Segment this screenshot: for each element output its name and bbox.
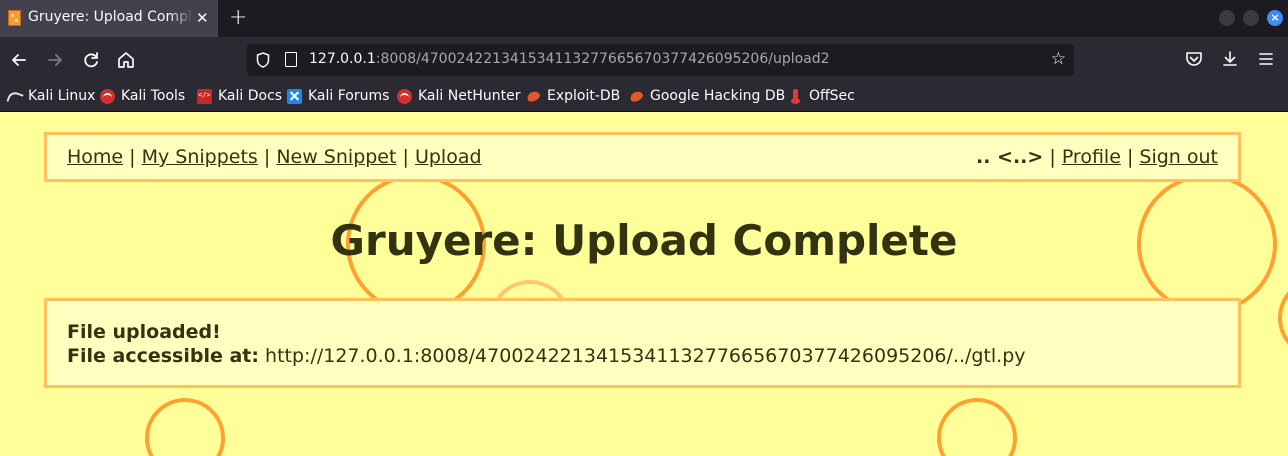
kali-dragon-icon — [7, 89, 22, 104]
kali-nethunter-icon — [397, 88, 412, 104]
tab-strip: Gruyere: Upload Complete ✕ + × — [0, 0, 1288, 37]
bookmark-exploit-db[interactable]: Exploit-DB — [526, 88, 620, 104]
site-menu-bar: Home | My Snippets | New Snippet | Uploa… — [44, 132, 1241, 182]
window-maximize-button[interactable] — [1243, 10, 1259, 26]
bookmark-google-hacking-db[interactable]: Google Hacking DB — [629, 88, 785, 104]
page-title: Gruyere: Upload Complete — [330, 216, 958, 265]
reload-icon[interactable] — [80, 49, 102, 71]
page-content: Home | My Snippets | New Snippet | Uploa… — [0, 112, 1288, 456]
upload-status-text: File uploaded! — [67, 321, 221, 343]
exploit-db-icon — [526, 89, 541, 104]
file-location-text: File accessible at: http://127.0.0.1:800… — [67, 345, 1026, 367]
tab-close-icon[interactable]: ✕ — [196, 9, 209, 27]
upload-message-box: File uploaded! File accessible at: http:… — [44, 298, 1241, 388]
browser-tab[interactable]: Gruyere: Upload Complete ✕ — [0, 0, 218, 37]
offsec-icon — [788, 88, 803, 104]
menu-upload-link[interactable]: Upload — [415, 146, 482, 168]
home-icon[interactable] — [115, 49, 137, 71]
file-location-label: File accessible at: — [67, 345, 259, 367]
current-user: .. <..> — [975, 146, 1044, 168]
bookmark-kali-tools[interactable]: Kali Tools — [100, 88, 185, 104]
menu-right: .. <..> | Profile | Sign out — [976, 146, 1218, 168]
menu-separator: | — [1049, 146, 1056, 168]
url-bar[interactable]: 127.0.0.1:8008/4700242213415341132776656… — [247, 44, 1074, 76]
ghdb-icon — [629, 89, 644, 104]
pocket-icon[interactable] — [1184, 49, 1204, 69]
decorative-circle — [937, 398, 1017, 456]
new-tab-icon[interactable]: + — [229, 6, 247, 30]
downloads-icon[interactable] — [1220, 49, 1240, 69]
decorative-circle — [1278, 278, 1288, 358]
bookmark-star-icon[interactable]: ☆ — [1051, 49, 1066, 69]
window-close-button[interactable]: × — [1267, 10, 1283, 26]
menu-left: Home | My Snippets | New Snippet | Uploa… — [67, 146, 482, 168]
bookmark-kali-docs[interactable]: Kali Docs — [197, 88, 282, 104]
menu-sign-out-link[interactable]: Sign out — [1139, 146, 1218, 168]
back-arrow-icon[interactable] — [8, 49, 30, 71]
bookmark-kali-nethunter[interactable]: Kali NetHunter — [397, 88, 520, 104]
navigation-toolbar: 127.0.0.1:8008/4700242213415341132776656… — [0, 37, 1288, 83]
menu-new-snippet-link[interactable]: New Snippet — [276, 146, 396, 168]
menu-separator: | — [1126, 146, 1134, 168]
bookmarks-toolbar: Kali Linux Kali Tools Kali Docs Kali For… — [0, 83, 1288, 112]
menu-separator: | — [402, 146, 409, 168]
kali-forums-icon — [287, 88, 302, 104]
tracking-shield-icon[interactable] — [256, 52, 270, 68]
forward-arrow-icon[interactable] — [44, 49, 66, 71]
menu-profile-link[interactable]: Profile — [1062, 146, 1121, 168]
url-text[interactable]: 127.0.0.1:8008/4700242213415341132776656… — [309, 51, 830, 67]
window-minimize-button[interactable] — [1219, 10, 1235, 26]
bookmark-kali-linux[interactable]: Kali Linux — [7, 88, 95, 104]
gruyere-favicon-icon — [8, 10, 21, 26]
menu-my-snippets-link[interactable]: My Snippets — [142, 146, 258, 168]
decorative-circle — [145, 398, 225, 456]
hamburger-menu-icon[interactable] — [1256, 49, 1276, 69]
kali-docs-icon — [197, 88, 212, 104]
file-location-url: http://127.0.0.1:8008/470024221341534113… — [265, 345, 1026, 367]
bookmark-kali-forums[interactable]: Kali Forums — [287, 88, 389, 104]
bookmark-offsec[interactable]: OffSec — [788, 88, 855, 104]
menu-separator: | — [129, 146, 136, 168]
menu-separator: | — [263, 146, 271, 168]
menu-home-link[interactable]: Home — [67, 146, 123, 168]
tab-title: Gruyere: Upload Complete — [28, 9, 194, 25]
page-info-icon[interactable] — [285, 52, 297, 67]
kali-tools-icon — [100, 88, 115, 104]
